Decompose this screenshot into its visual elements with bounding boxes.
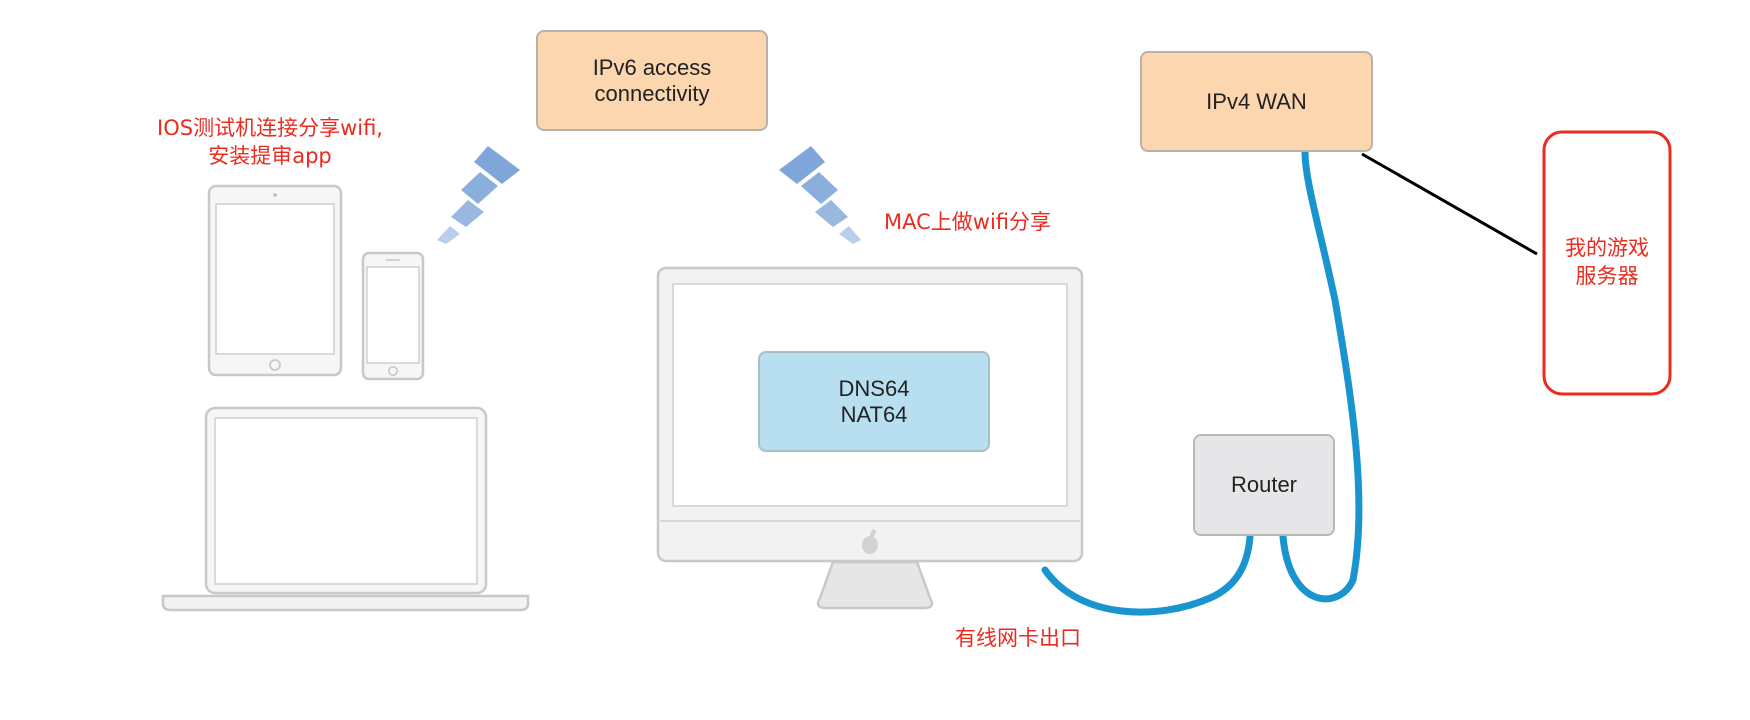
network-cables (1041, 148, 1363, 616)
router-label: Router (1230, 472, 1298, 497)
wired-nic-exit-note: 有线网卡出口 (955, 626, 1081, 650)
laptop-icon (161, 406, 530, 612)
wifi-signal-icon (779, 146, 861, 244)
phone-icon (361, 251, 425, 381)
network-diagram: IPv6 access connectivity IPv4 WAN DNS64 … (0, 0, 1750, 720)
ios-tester-note-line2: 安装提审app (208, 144, 332, 168)
router-box: Router (1193, 434, 1335, 536)
game-server-label-line1: 我的游戏 (1565, 236, 1649, 260)
nat64-label: NAT64 (840, 401, 908, 427)
ios-tester-note: IOS测试机连接分享wifi, 安装提审app (120, 114, 420, 170)
wifi-signal-icon (437, 146, 520, 244)
game-server-label: 我的游戏 服务器 (1544, 234, 1670, 290)
ipv6-access-box: IPv6 access connectivity (536, 30, 768, 131)
ios-tester-note-line1: IOS测试机连接分享wifi, (157, 116, 383, 140)
game-server-label-line2: 服务器 (1575, 264, 1639, 288)
dns64-label: DNS64 (838, 375, 910, 401)
server-connector-line (1361, 152, 1538, 256)
ipv4-wan-box: IPv4 WAN (1140, 51, 1373, 152)
tablet-icon (207, 184, 343, 377)
dns64-nat64-box: DNS64 NAT64 (758, 351, 990, 452)
ipv6-access-label: IPv6 access connectivity (592, 54, 712, 106)
ipv4-wan-label: IPv4 WAN (1206, 88, 1307, 114)
mac-wifi-share-note: MAC上做wifi分享 (884, 210, 1052, 234)
